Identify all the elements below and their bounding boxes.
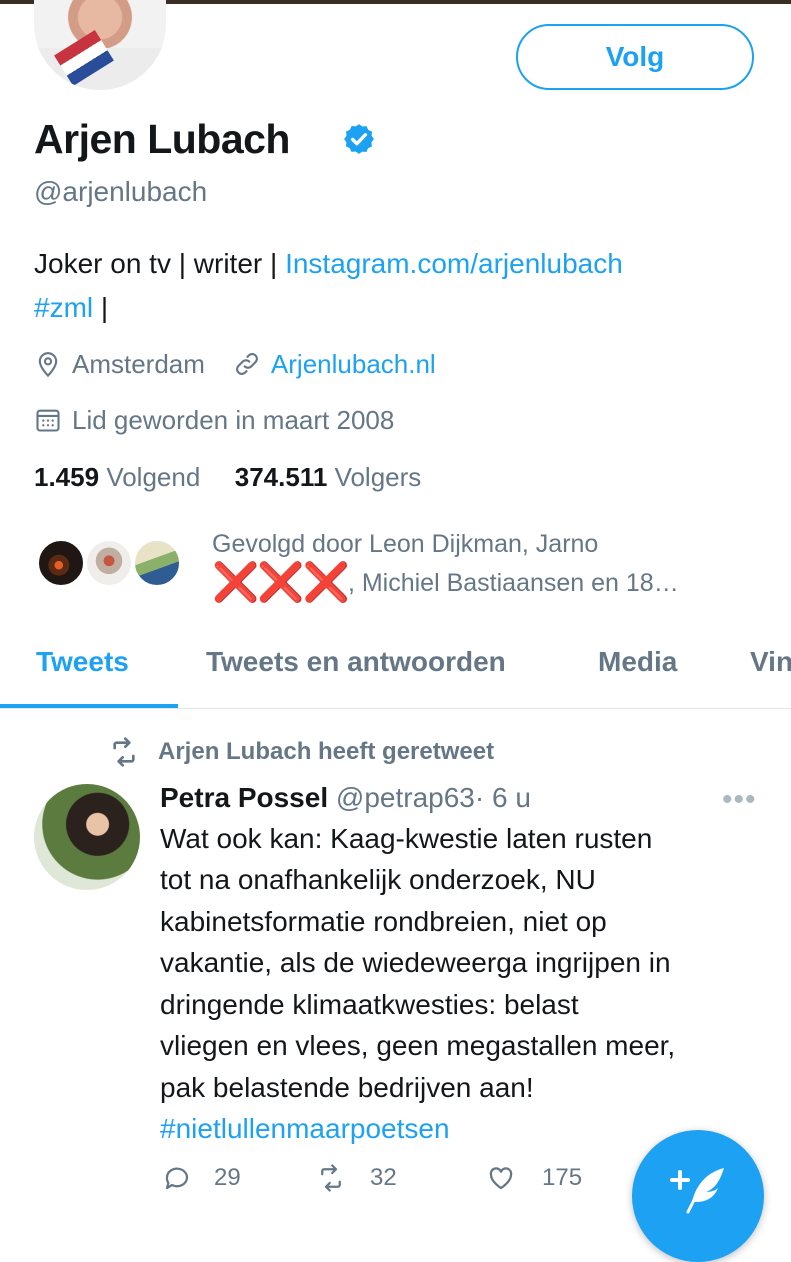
profile-joined: Lid geworden in maart 2008 [72, 404, 395, 435]
retweet-label: Arjen Lubach heeft geretweet [158, 738, 495, 765]
tweet-author-handle: @petrap63 [335, 782, 475, 813]
profile-bio-line2: #zml | [34, 292, 108, 324]
retweet-icon [113, 737, 135, 767]
tweet-text-line: tot na onafhankelijk onderzoek, NU [160, 864, 596, 895]
followers-count: 374.511 [234, 462, 328, 492]
like-action[interactable]: 175 [486, 1163, 636, 1193]
compose-tweet-button[interactable] [632, 1130, 764, 1262]
tweet-text-line: kabinetsformatie rondbreien, niet op [160, 906, 607, 937]
amsterdam-xxx-emoji: ❌❌❌ [212, 562, 350, 604]
profile-tabs: Tweets Tweets en antwoorden Media Vin [0, 636, 791, 709]
tweet-time: · 6 u [474, 782, 531, 813]
tweet-text-line: vakantie, als de wiedeweerga ingrijpen i… [160, 947, 671, 978]
tweet-more-icon[interactable]: ••• [722, 783, 757, 817]
calendar-icon [36, 409, 60, 432]
active-tab-indicator [0, 704, 178, 708]
tweet-text-line: vliegen en vlees, geen megastallen meer, [160, 1030, 676, 1061]
retweet-action[interactable]: 32 [316, 1163, 486, 1193]
bio-instagram-link[interactable]: Instagram.com/arjenlubach [285, 248, 623, 279]
tweet-text-line: dringende klimaatkwesties: belast [160, 989, 579, 1020]
tweet-author-name[interactable]: Petra Possel [160, 782, 328, 813]
retweet-context: Arjen Lubach heeft geretweet [108, 736, 494, 768]
profile-website-link[interactable]: Arjenlubach.nl [271, 349, 436, 380]
link-icon [235, 353, 258, 375]
profile-avatar[interactable] [34, 0, 166, 90]
profile-bio-line1: Joker on tv | writer | Instagram.com/arj… [34, 248, 623, 280]
tweet-text-line: pak belastende bedrijven aan! [160, 1072, 534, 1103]
heart-icon [489, 1167, 513, 1190]
follow-counts: 1.459 Volgend 374.511 Volgers [34, 462, 421, 493]
bio-end-text: | [93, 292, 109, 323]
retweet-icon [321, 1164, 341, 1192]
verified-badge-icon [344, 124, 374, 154]
reply-icon [165, 1167, 189, 1190]
followers-label: Volgers [334, 462, 422, 492]
profile-location: Amsterdam [72, 348, 205, 379]
retweet-count: 32 [370, 1164, 397, 1191]
follower-avatar [36, 538, 86, 588]
following-label: Volgend [106, 462, 201, 492]
bio-text: Joker on tv | writer | [34, 248, 286, 279]
bio-hashtag-link[interactable]: #zml [34, 292, 93, 323]
tweet-actions: 29 32 175 [162, 1158, 666, 1198]
following-link[interactable]: 1.459 Volgend [34, 462, 200, 492]
location-pin-icon [38, 352, 58, 378]
tweet-text-line: Wat ook kan: Kaag-kwestie laten rusten [160, 823, 653, 854]
like-count: 175 [542, 1164, 583, 1191]
compose-plus-feather-icon [670, 1168, 724, 1214]
follower-avatar [132, 538, 182, 588]
tweet-header: Petra Possel @petrap63· 6 u [160, 782, 531, 814]
following-count: 1.459 [34, 462, 100, 492]
profile-meta-row: Amsterdam Arjenlubach.nl [34, 346, 436, 382]
profile-handle: @arjenlubach [34, 176, 208, 207]
tab-likes[interactable]: Vin [750, 646, 791, 678]
followed-by-text-line2[interactable]: ❌❌❌, Michiel Bastiaansen en 18… [212, 562, 679, 604]
reply-count: 29 [214, 1164, 241, 1191]
tab-tweets[interactable]: Tweets [36, 646, 129, 678]
followers-link[interactable]: 374.511 Volgers [235, 462, 422, 492]
profile-joined-row: Lid geworden in maart 2008 [34, 402, 394, 438]
followed-by-text-line1[interactable]: Gevolgd door Leon Dijkman, Jarno [212, 530, 598, 559]
tweet-author-avatar[interactable] [34, 784, 140, 890]
profile-name: Arjen Lubach [34, 116, 290, 162]
tab-media[interactable]: Media [598, 646, 677, 678]
tab-tweets-and-replies[interactable]: Tweets en antwoorden [206, 646, 506, 678]
followed-by-rest: , Michiel Bastiaansen en 18… [347, 568, 679, 597]
reply-action[interactable]: 29 [162, 1163, 316, 1193]
follow-button[interactable]: Volg [516, 24, 754, 90]
follower-avatar [84, 538, 134, 588]
